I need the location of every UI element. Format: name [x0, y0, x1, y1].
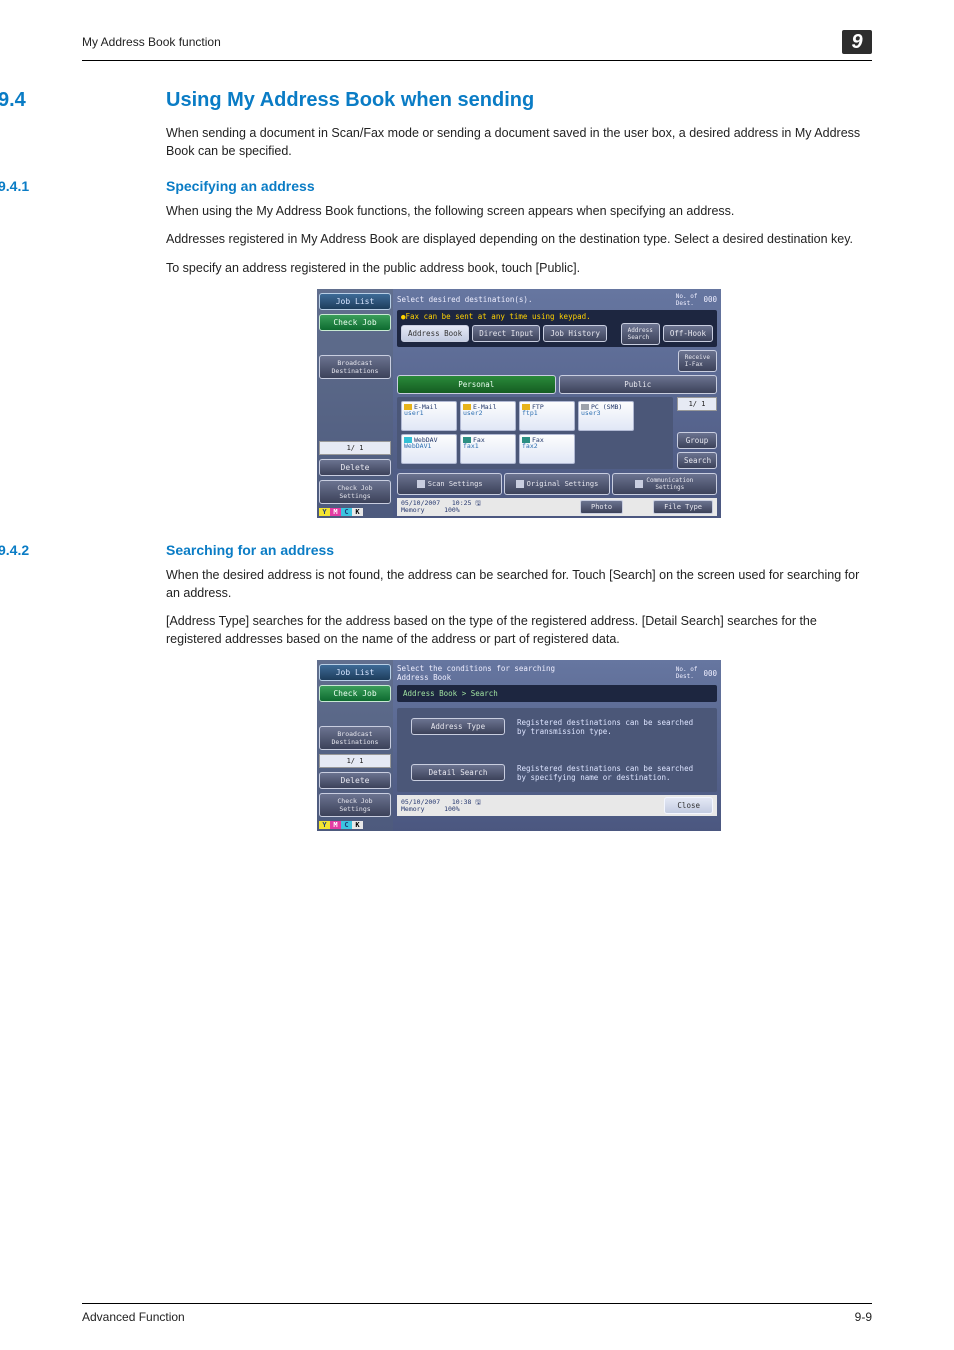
card-name: WebDAV1 — [404, 442, 431, 450]
prompt-text: Select desired destination(s). — [397, 295, 532, 304]
dest-count: 000 — [703, 669, 717, 678]
p-9-4-1-c: To specify an address registered in the … — [166, 259, 872, 277]
address-card[interactable]: E-Mailuser1 — [401, 401, 457, 431]
p-9-4-1-b: Addresses registered in My Address Book … — [166, 230, 872, 248]
check-job-button[interactable]: Check Job — [319, 314, 391, 331]
scan-settings-button[interactable]: Scan Settings — [397, 473, 502, 495]
check-job-settings-button[interactable]: Check Job Settings — [319, 480, 391, 504]
check-job-button[interactable]: Check Job — [319, 685, 391, 702]
screenshot-search: Job List Check Job Broadcast Destination… — [317, 660, 721, 831]
mode-personal[interactable]: Personal — [397, 375, 556, 394]
card-name: user2 — [463, 409, 483, 417]
delete-button[interactable]: Delete — [319, 459, 391, 476]
address-card[interactable]: PC (SMB)user3 — [578, 401, 634, 431]
comm-icon — [635, 480, 643, 488]
original-icon — [516, 480, 524, 488]
job-list-button[interactable]: Job List — [319, 664, 391, 681]
check-job-settings-button[interactable]: Check Job Settings — [319, 793, 391, 817]
card-name: fax1 — [463, 442, 479, 450]
card-name: ftp1 — [522, 409, 538, 417]
p-9-4-2-b: [Address Type] searches for the address … — [166, 612, 872, 648]
screenshot-address-book: Job List Check Job Broadcast Destination… — [317, 289, 721, 518]
footer-right: 9-9 — [855, 1310, 872, 1324]
p-9-4-2-a: When the desired address is not found, t… — [166, 566, 872, 602]
cards-page-indicator: 1/ 1 — [677, 397, 717, 411]
mode-public[interactable]: Public — [559, 375, 718, 394]
tab-off-hook[interactable]: Off-Hook — [663, 325, 713, 342]
footer-datetime: 05/10/2007 10:25 🖫 Memory 100% — [401, 500, 481, 513]
address-card[interactable]: Faxfax2 — [519, 434, 575, 464]
left-page-indicator: 1/ 1 — [319, 441, 391, 455]
original-settings-button[interactable]: Original Settings — [504, 473, 609, 495]
breadcrumb: Address Book > Search — [403, 689, 498, 698]
address-card[interactable]: WebDAVWebDAV1 — [401, 434, 457, 464]
heading-9-4-2: 9.4.2Searching for an address — [82, 542, 872, 558]
card-name: user1 — [404, 409, 424, 417]
left-page-indicator: 1/ 1 — [319, 754, 391, 768]
p-9-4-1-a: When using the My Address Book functions… — [166, 202, 872, 220]
tab-address-search[interactable]: Address Search — [621, 323, 660, 345]
receive-ifax-button[interactable]: Receive I-Fax — [678, 350, 717, 372]
address-cards-area: E-Mailuser1E-Mailuser2FTPftp1PC (SMB)use… — [397, 397, 673, 469]
detail-search-hint: Registered destinations can be searched … — [517, 764, 693, 782]
address-card[interactable]: Faxfax1 — [460, 434, 516, 464]
running-title: My Address Book function — [82, 35, 221, 49]
job-list-button[interactable]: Job List — [319, 293, 391, 310]
toner-indicator: YMCK — [319, 821, 391, 829]
footer-datetime: 05/10/2007 10:38 🖫 Memory 100% — [401, 799, 481, 812]
card-name: user3 — [581, 409, 601, 417]
communication-settings-button[interactable]: Communication Settings — [612, 473, 717, 495]
chapter-badge: 9 — [842, 30, 872, 54]
intro-9-4: When sending a document in Scan/Fax mode… — [166, 124, 872, 160]
broadcast-dest-button[interactable]: Broadcast Destinations — [319, 726, 391, 750]
dest-label: No. of Dest. — [676, 666, 698, 680]
file-type-tab[interactable]: File Type — [653, 500, 713, 514]
dest-label: No. of Dest. — [676, 293, 698, 307]
delete-button[interactable]: Delete — [319, 772, 391, 789]
header-rule — [82, 60, 872, 61]
card-name: fax2 — [522, 442, 538, 450]
heading-9-4: 9.4Using My Address Book when sending — [82, 89, 872, 112]
address-type-button[interactable]: Address Type — [411, 718, 505, 735]
search-button[interactable]: Search — [677, 452, 717, 469]
close-button[interactable]: Close — [664, 797, 713, 814]
tab-job-history[interactable]: Job History — [543, 325, 607, 342]
keypad-note: ●Fax can be sent at any time using keypa… — [401, 312, 591, 321]
heading-9-4-1: 9.4.1Specifying an address — [82, 178, 872, 194]
address-card[interactable]: E-Mailuser2 — [460, 401, 516, 431]
search-prompt-text: Select the conditions for searching Addr… — [397, 664, 555, 682]
scan-icon — [417, 480, 425, 488]
tab-address-book[interactable]: Address Book — [401, 325, 469, 342]
tab-direct-input[interactable]: Direct Input — [472, 325, 540, 342]
detail-search-button[interactable]: Detail Search — [411, 764, 505, 781]
address-card[interactable]: FTPftp1 — [519, 401, 575, 431]
photo-tab[interactable]: Photo — [580, 500, 623, 514]
broadcast-dest-button[interactable]: Broadcast Destinations — [319, 355, 391, 379]
dest-count: 000 — [703, 295, 717, 304]
address-type-hint: Registered destinations can be searched … — [517, 718, 693, 736]
toner-indicator: YMCK — [319, 508, 391, 516]
footer-left: Advanced Function — [82, 1310, 185, 1324]
group-button[interactable]: Group — [677, 432, 717, 449]
